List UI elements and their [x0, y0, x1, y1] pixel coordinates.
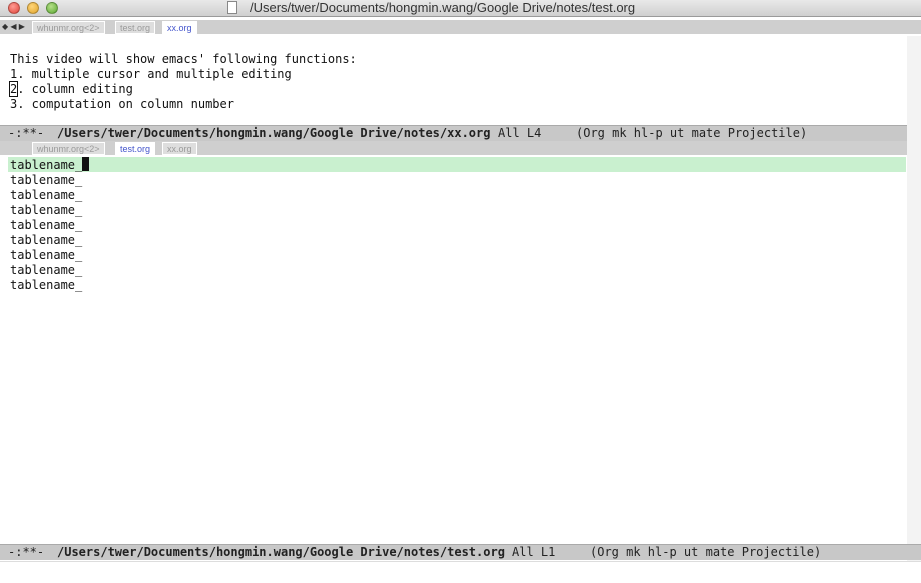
modeline-position: All L1 [512, 545, 556, 559]
tab-test-org[interactable]: test.org [115, 142, 156, 155]
top-tab-bar: ◆ ◀ ▶ whunmr.org<2> test.org xx.org [0, 20, 921, 34]
buffer-line: 2. column editing [8, 81, 133, 97]
top-mode-line: -:**- /Users/twer/Documents/hongmin.wang/… [0, 125, 921, 141]
window-title: /Users/twer/Documents/hongmin.wang/Googl… [250, 0, 636, 15]
buffer-line: tablename_ [10, 278, 83, 292]
bottom-tab-bar: whunmr.org<2> test.org xx.org [0, 141, 921, 155]
buffer-line: tablename_ [10, 188, 83, 202]
buffer-line: tablename_ [10, 218, 83, 232]
buffer-line: tablename_ [10, 173, 83, 187]
current-line-highlight [8, 157, 906, 172]
tab-xx-org[interactable]: xx.org [162, 21, 197, 34]
buffer-line: 1. multiple cursor and multiple editing [10, 67, 292, 81]
modeline-path: /Users/twer/Documents/hongmin.wang/Googl… [57, 126, 491, 140]
tab-test-org[interactable]: test.org [115, 21, 156, 34]
buffer-line: 3. computation on column number [10, 97, 234, 111]
modeline-path: /Users/twer/Documents/hongmin.wang/Googl… [57, 545, 505, 559]
modeline-position: All L4 [498, 126, 542, 140]
tab-xx-org[interactable]: xx.org [162, 142, 197, 155]
buffer-line: tablename_ [10, 203, 83, 217]
modeline-status: -:**- [8, 545, 45, 559]
tab-whunmr-org-2[interactable]: whunmr.org<2> [32, 21, 105, 34]
buffer-line: tablename_ [10, 248, 83, 262]
tab-nav-arrows-icon[interactable]: ◆ ◀ ▶ [2, 22, 26, 32]
bottom-mode-line: -:**- /Users/twer/Documents/hongmin.wang/… [0, 544, 921, 560]
modeline-modes: (Org mk hl-p ut mate Projectile) [576, 126, 808, 140]
window-right-edge [907, 36, 921, 561]
top-buffer-text[interactable]: This video will show emacs' following fu… [8, 52, 357, 112]
text-cursor [82, 157, 90, 171]
close-window-icon[interactable] [8, 2, 20, 14]
modeline-status: -:**- [8, 126, 45, 140]
modeline-modes: (Org mk hl-p ut mate Projectile) [590, 545, 822, 559]
title-bar: /Users/twer/Documents/hongmin.wang/Googl… [0, 0, 921, 17]
bottom-buffer-text[interactable]: tablename_ tablename_ tablename_ tablename_… [10, 157, 90, 293]
minimize-window-icon[interactable] [27, 2, 39, 14]
minibuffer[interactable] [0, 561, 921, 583]
buffer-line: tablename_ [10, 233, 83, 247]
buffer-line: tablename_ [10, 157, 90, 173]
zoom-window-icon[interactable] [46, 2, 58, 14]
buffer-line: tablename_ [10, 263, 83, 277]
document-icon [227, 1, 237, 14]
buffer-line: This video will show emacs' following fu… [10, 52, 357, 66]
tab-whunmr-org-2[interactable]: whunmr.org<2> [32, 142, 105, 155]
